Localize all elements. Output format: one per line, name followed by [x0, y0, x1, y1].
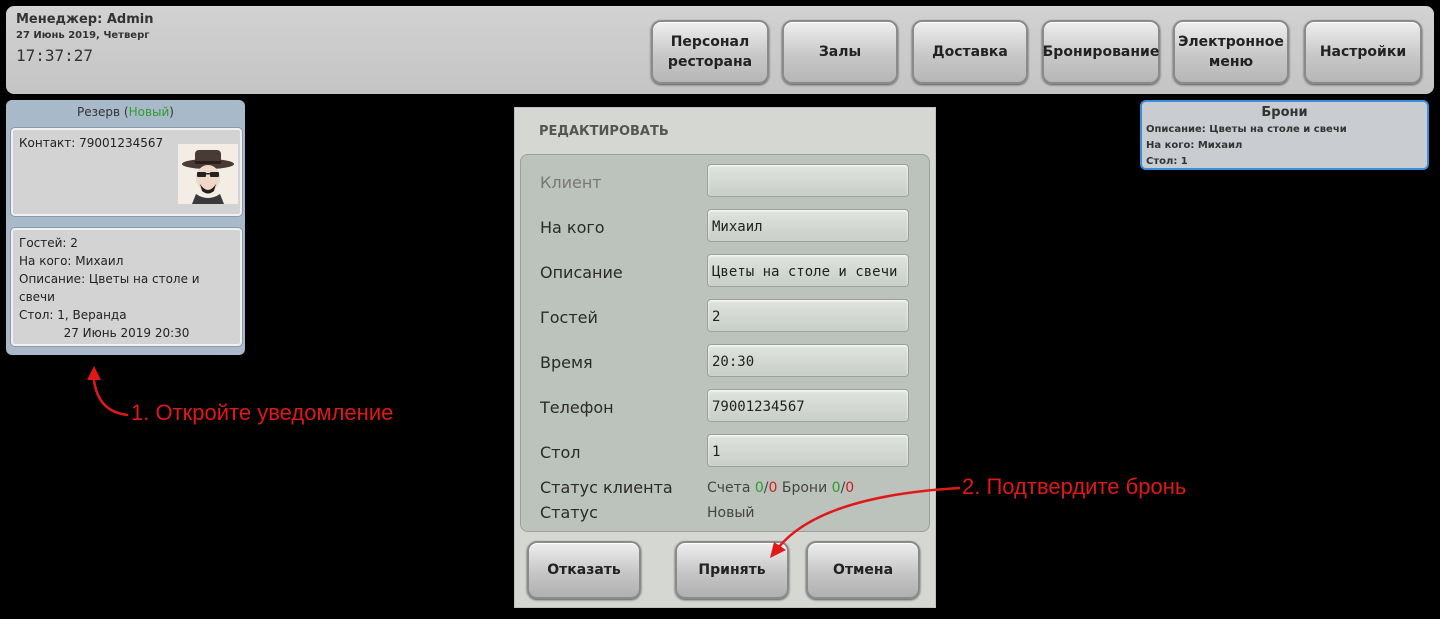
datetime-text: 27 Июнь 2019 20:30: [63, 326, 190, 340]
for-whom-field[interactable]: Михаил: [707, 209, 909, 242]
nav-booking-button[interactable]: Бронирование: [1042, 20, 1160, 84]
manager-label: Менеджер: Admin: [16, 12, 154, 27]
bookings-panel[interactable]: Брони Описание: Цветы на столе и свечи Н…: [1140, 100, 1429, 170]
client-label: Клиент: [540, 173, 602, 192]
time-field[interactable]: 20:30: [707, 344, 909, 377]
contact-text: Контакт: 79001234567: [19, 136, 164, 150]
status-value: Новый: [707, 505, 755, 521]
description-label: Описание: [540, 263, 623, 282]
bookings-description: Описание: Цветы на столе и свечи: [1146, 124, 1347, 135]
clock: 17:37:27: [16, 46, 94, 65]
description-field[interactable]: Цветы на столе и свечи: [707, 254, 909, 287]
bookings-title: Брони: [1261, 105, 1308, 120]
guests-label: Гостей: [540, 308, 598, 327]
avatar: [178, 144, 238, 204]
contact-card[interactable]: Контакт: 79001234567: [11, 128, 242, 216]
table-text: Стол: 1, Веранда: [19, 308, 127, 322]
date-label: 27 Июнь 2019, Четверг: [16, 30, 150, 41]
annotation-step-1: 1. Откройте уведомление: [131, 400, 394, 425]
status-label: Статус: [540, 503, 598, 522]
nav-halls-button[interactable]: Залы: [782, 20, 898, 84]
nav-settings-button[interactable]: Настройки: [1304, 20, 1422, 84]
annotation-arrow-2: [770, 486, 961, 558]
guests-text: Гостей: 2: [19, 236, 78, 250]
bookings-for-whom: На кого: Михаил: [1146, 140, 1243, 151]
avatar-icon: [178, 144, 238, 204]
client-status-label: Статус клиента: [540, 478, 673, 497]
description-text: Описание: Цветы на столе и свечи: [19, 272, 200, 304]
nav-staff-button[interactable]: Персонал ресторана: [651, 20, 769, 84]
decline-button[interactable]: Отказать: [527, 541, 641, 599]
guests-field[interactable]: 2: [707, 299, 909, 332]
client-field[interactable]: [707, 164, 909, 197]
table-field[interactable]: 1: [707, 434, 909, 467]
nav-emenu-button[interactable]: Электронное меню: [1173, 20, 1289, 84]
details-text: Гостей: 2 На кого: Михаил Описание: Цвет…: [19, 234, 229, 324]
reserve-notification[interactable]: Резерв (Новый) Контакт: 79001234567 Гост…: [6, 100, 245, 355]
edit-form: Клиент На кого Михаил Описание Цветы на …: [520, 154, 930, 532]
table-label: Стол: [540, 443, 581, 462]
for-whom-text: На кого: Михаил: [19, 254, 124, 268]
details-card[interactable]: Гостей: 2 На кого: Михаил Описание: Цвет…: [11, 228, 242, 346]
top-bar: Менеджер: Admin 27 Июнь 2019, Четверг 17…: [6, 6, 1434, 94]
notification-title: Резерв (Новый): [77, 105, 174, 119]
notification-status: Новый: [128, 105, 170, 119]
phone-label: Телефон: [540, 398, 614, 417]
dialog-title: РЕДАКТИРОВАТЬ: [539, 124, 669, 139]
phone-field[interactable]: 79001234567: [707, 389, 909, 422]
annotation-step-2: 2. Подтвердите бронь: [962, 474, 1187, 499]
time-label: Время: [540, 353, 593, 372]
for-whom-label: На кого: [540, 218, 605, 237]
nav-delivery-button[interactable]: Доставка: [912, 20, 1028, 84]
bookings-table: Стол: 1: [1146, 156, 1188, 167]
